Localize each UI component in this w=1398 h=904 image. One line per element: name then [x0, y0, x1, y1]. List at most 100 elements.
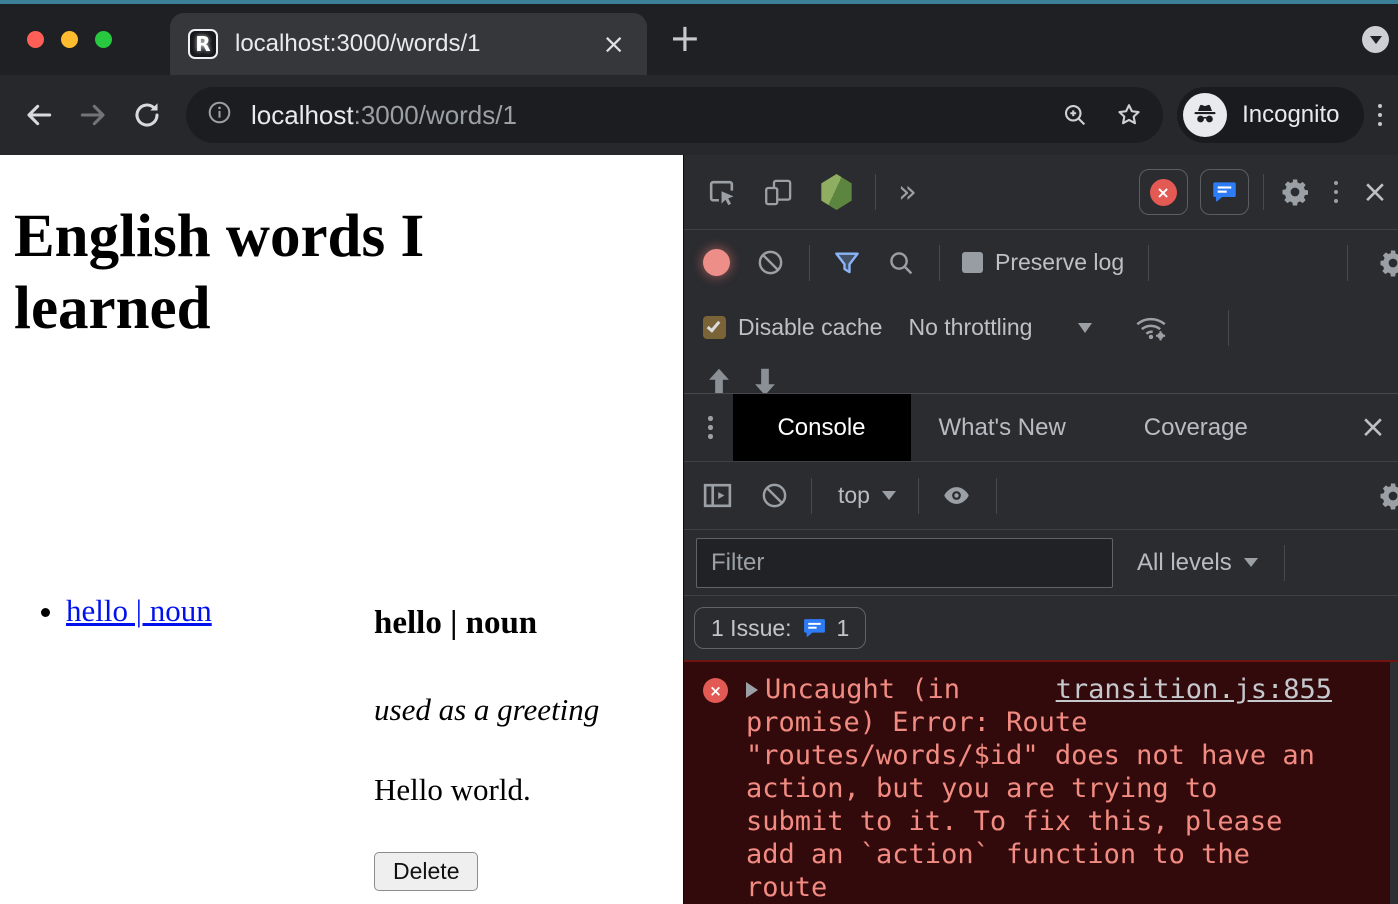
- network-options-row: Disable cache No throttling: [684, 295, 1398, 360]
- divider: [875, 174, 876, 210]
- window-controls: [0, 31, 112, 48]
- record-network-icon[interactable]: [703, 249, 730, 276]
- browser-toolbar: localhost:3000/words/1 Incognito: [0, 75, 1398, 155]
- error-line: "routes/words/$id" does not have an: [746, 739, 1398, 772]
- word-title: hello | noun: [374, 605, 599, 642]
- console-toolbar: top: [684, 462, 1398, 530]
- maximize-window-button[interactable]: [95, 31, 112, 48]
- preserve-log-checkbox[interactable]: [962, 252, 983, 273]
- error-text: Uncaught (in transition.js:855 promise) …: [746, 662, 1398, 904]
- error-count-button[interactable]: ×: [1139, 169, 1188, 215]
- address-bar[interactable]: localhost:3000/words/1: [186, 87, 1163, 143]
- delete-button[interactable]: Delete: [374, 852, 478, 891]
- list-item: hello | noun: [66, 593, 212, 629]
- drawer-close-icon[interactable]: ×: [1360, 412, 1386, 443]
- divider: [918, 478, 919, 514]
- tab-search-button[interactable]: [1362, 26, 1389, 53]
- devtools-main-toolbar: » × ×: [684, 155, 1398, 230]
- chevron-down-icon: [1078, 323, 1092, 333]
- har-import-export-row: [684, 360, 1398, 394]
- devtools-menu-icon[interactable]: [1330, 177, 1343, 208]
- word-definition: used as a greeting: [374, 692, 599, 728]
- word-example: Hello world.: [374, 772, 599, 808]
- error-line: add an `action` function to the: [746, 838, 1398, 871]
- devtools-settings-icon[interactable]: [1280, 177, 1310, 207]
- error-line: submit to it. To fix this, please: [746, 805, 1398, 838]
- close-window-button[interactable]: [27, 31, 44, 48]
- browser-tab[interactable]: R localhost:3000/words/1 ×: [170, 13, 647, 75]
- url-text: localhost:3000/words/1: [251, 100, 517, 131]
- console-sidebar-icon[interactable]: [701, 479, 734, 512]
- context-selector[interactable]: top: [838, 482, 870, 509]
- tab-title: localhost:3000/words/1: [235, 30, 598, 58]
- reload-button[interactable]: [131, 99, 163, 131]
- log-levels-select[interactable]: All levels: [1137, 549, 1232, 577]
- network-settings-icon[interactable]: [1378, 248, 1398, 278]
- issues-chat-button[interactable]: [1200, 169, 1249, 215]
- incognito-label: Incognito: [1242, 101, 1339, 129]
- expand-triangle-icon[interactable]: [746, 682, 758, 698]
- error-source-link[interactable]: transition.js:855: [1056, 673, 1332, 706]
- devtools-panel: » × ×: [683, 155, 1398, 904]
- export-har-icon[interactable]: [754, 360, 776, 394]
- divider: [1263, 174, 1264, 210]
- devtools-close-icon[interactable]: ×: [1362, 177, 1388, 208]
- word-link[interactable]: hello | noun: [66, 593, 212, 628]
- error-icon: ×: [703, 678, 728, 703]
- error-badge-icon: ×: [1150, 179, 1177, 206]
- word-list: hello | noun: [20, 593, 212, 629]
- chat-bubble-icon: [802, 616, 827, 641]
- back-button[interactable]: [23, 99, 55, 131]
- divider: [939, 245, 940, 281]
- clear-network-icon[interactable]: [756, 248, 785, 277]
- drawer-tab-bar: Console What's New Coverage ×: [684, 394, 1398, 462]
- more-tabs-icon[interactable]: »: [898, 177, 917, 208]
- search-icon[interactable]: [886, 248, 915, 277]
- network-conditions-icon[interactable]: [1134, 313, 1168, 342]
- chevron-down-icon: [1370, 36, 1382, 44]
- divider: [1228, 310, 1229, 346]
- zoom-icon[interactable]: [1061, 101, 1089, 129]
- tab-whats-new[interactable]: What's New: [911, 394, 1094, 461]
- site-info-icon[interactable]: [206, 99, 233, 131]
- browser-menu-icon[interactable]: [1374, 100, 1387, 131]
- divider: [811, 478, 812, 514]
- filter-funnel-icon[interactable]: [832, 248, 862, 278]
- nodejs-icon[interactable]: [820, 174, 853, 210]
- chevron-down-icon: [1244, 558, 1258, 567]
- drawer-menu-icon[interactable]: [704, 412, 717, 443]
- console-scrollbar[interactable]: [1390, 662, 1398, 904]
- new-tab-button[interactable]: +: [669, 19, 701, 61]
- device-toolbar-icon[interactable]: [763, 177, 794, 208]
- tab-strip: R localhost:3000/words/1 × +: [0, 4, 1398, 75]
- divider: [1148, 245, 1149, 281]
- divider: [1284, 545, 1285, 581]
- error-line: Uncaught (in: [765, 673, 960, 706]
- issues-count-value: 1: [837, 615, 850, 642]
- preserve-log-label: Preserve log: [995, 249, 1124, 276]
- issues-button[interactable]: 1 Issue: 1: [694, 607, 866, 649]
- word-detail: hello | noun used as a greeting Hello wo…: [374, 605, 599, 891]
- tab-close-icon[interactable]: ×: [598, 31, 629, 58]
- inspect-element-icon[interactable]: [706, 177, 737, 208]
- throttling-select[interactable]: No throttling: [908, 314, 1032, 341]
- issues-count-label: 1 Issue:: [711, 615, 792, 642]
- tab-coverage[interactable]: Coverage: [1116, 394, 1276, 461]
- incognito-icon: [1183, 93, 1227, 137]
- console-filter-input[interactable]: [696, 538, 1113, 588]
- live-expression-eye-icon[interactable]: [941, 480, 972, 511]
- tab-console[interactable]: Console: [733, 394, 911, 461]
- bookmark-star-icon[interactable]: [1115, 101, 1143, 129]
- import-har-icon[interactable]: [708, 360, 730, 394]
- clear-console-icon[interactable]: [760, 481, 789, 510]
- console-settings-icon[interactable]: [1378, 481, 1398, 511]
- forward-button[interactable]: [77, 99, 109, 131]
- divider: [809, 245, 810, 281]
- issues-row: 1 Issue: 1: [684, 596, 1398, 660]
- minimize-window-button[interactable]: [61, 31, 78, 48]
- disable-cache-checkbox[interactable]: [703, 316, 726, 339]
- chevron-down-icon: [882, 491, 896, 500]
- incognito-badge: Incognito: [1177, 87, 1363, 143]
- error-line: promise) Error: Route: [746, 706, 1398, 739]
- divider: [1347, 245, 1348, 281]
